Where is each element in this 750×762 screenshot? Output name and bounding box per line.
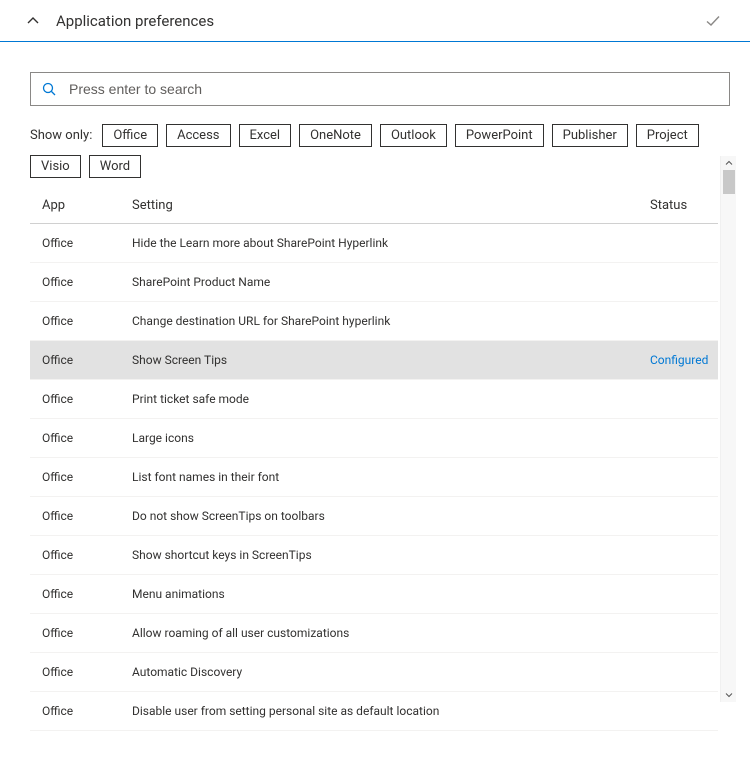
table-row[interactable]: OfficeAutomatic Discovery [30, 653, 718, 692]
cell-app: Office [42, 509, 132, 523]
filter-chip-visio[interactable]: Visio [30, 155, 81, 178]
cell-setting: Show Screen Tips [132, 353, 650, 367]
cell-app: Office [42, 431, 132, 445]
page-title: Application preferences [56, 12, 214, 30]
search-box[interactable] [30, 72, 730, 106]
cell-app: Office [42, 626, 132, 640]
scroll-up-arrow-icon[interactable] [721, 156, 737, 170]
cell-setting: Hide the Learn more about SharePoint Hyp… [132, 236, 650, 250]
cell-setting: Show shortcut keys in ScreenTips [132, 548, 650, 562]
settings-table: App Setting Status OfficeHide the Learn … [30, 188, 718, 756]
cell-app: Office [42, 704, 132, 718]
filter-chip-office[interactable]: Office [102, 124, 158, 147]
cell-app: Office [42, 392, 132, 406]
cell-app: Office [42, 275, 132, 289]
filter-chip-publisher[interactable]: Publisher [552, 124, 628, 147]
filter-chip-onenote[interactable]: OneNote [299, 124, 372, 147]
filter-row: Show only: Office Access Excel OneNote Outlo… [30, 124, 730, 178]
table-row[interactable]: OfficePrint ticket safe mode [30, 380, 718, 419]
scroll-down-arrow-icon[interactable] [721, 688, 737, 702]
status-badge: Configured [650, 353, 708, 367]
filter-chip-excel[interactable]: Excel [239, 124, 292, 147]
filter-chip-word[interactable]: Word [89, 155, 141, 178]
cell-app: Office [42, 314, 132, 328]
cell-setting: Change destination URL for SharePoint hy… [132, 314, 650, 328]
cell-setting: SharePoint Product Name [132, 275, 650, 289]
cell-app: Office [42, 353, 132, 367]
table-row[interactable]: OfficeDo not show ScreenTips on toolbars [30, 497, 718, 536]
table-body: OfficeHide the Learn more about SharePoi… [30, 224, 718, 756]
section-header: Application preferences [0, 0, 750, 42]
table-row[interactable]: OfficeShow shortcut keys in ScreenTips [30, 536, 718, 575]
table-row[interactable]: OfficeShow Screen TipsConfigured [30, 341, 718, 380]
table-header: App Setting Status [30, 188, 718, 224]
cell-status: Configured [650, 353, 718, 367]
table-row[interactable]: OfficeMenu animations [30, 575, 718, 614]
cell-setting: List font names in their font [132, 470, 650, 484]
search-icon [41, 81, 57, 97]
cell-app: Office [42, 587, 132, 601]
cell-app: Office [42, 236, 132, 250]
cell-setting: Print ticket safe mode [132, 392, 650, 406]
filter-chip-project[interactable]: Project [636, 124, 699, 147]
table-row[interactable]: OfficeDisable user from setting personal… [30, 692, 718, 731]
cell-app: Office [42, 665, 132, 679]
table-row[interactable]: OfficeSharePoint Product Name [30, 263, 718, 302]
vertical-scrollbar[interactable] [720, 156, 736, 702]
table-row[interactable]: OfficeLarge icons [30, 419, 718, 458]
cell-setting: Large icons [132, 431, 650, 445]
table-row[interactable]: OfficeHide the Learn more about SharePoi… [30, 224, 718, 263]
cell-setting: Do not show ScreenTips on toolbars [132, 509, 650, 523]
filter-chip-access[interactable]: Access [166, 124, 230, 147]
table-row[interactable]: OfficeAllow roaming of all user customiz… [30, 614, 718, 653]
column-header-setting[interactable]: Setting [132, 198, 650, 213]
cell-setting: Automatic Discovery [132, 665, 650, 679]
scroll-thumb[interactable] [723, 170, 735, 194]
cell-setting: Disable user from setting personal site … [132, 704, 650, 718]
column-header-status[interactable]: Status [650, 198, 718, 213]
cell-setting: Allow roaming of all user customizations [132, 626, 650, 640]
cell-app: Office [42, 470, 132, 484]
cell-app: Office [42, 548, 132, 562]
filter-chip-powerpoint[interactable]: PowerPoint [455, 124, 544, 147]
table-row[interactable]: OfficeList font names in their font [30, 458, 718, 497]
filter-chip-outlook[interactable]: Outlook [380, 124, 447, 147]
check-icon[interactable] [704, 12, 722, 30]
cell-setting: Menu animations [132, 587, 650, 601]
filter-label: Show only: [30, 128, 92, 143]
chevron-up-icon[interactable] [24, 12, 42, 30]
column-header-app[interactable]: App [42, 198, 132, 213]
search-input[interactable] [67, 80, 719, 98]
table-row[interactable]: OfficeChange destination URL for SharePo… [30, 302, 718, 341]
